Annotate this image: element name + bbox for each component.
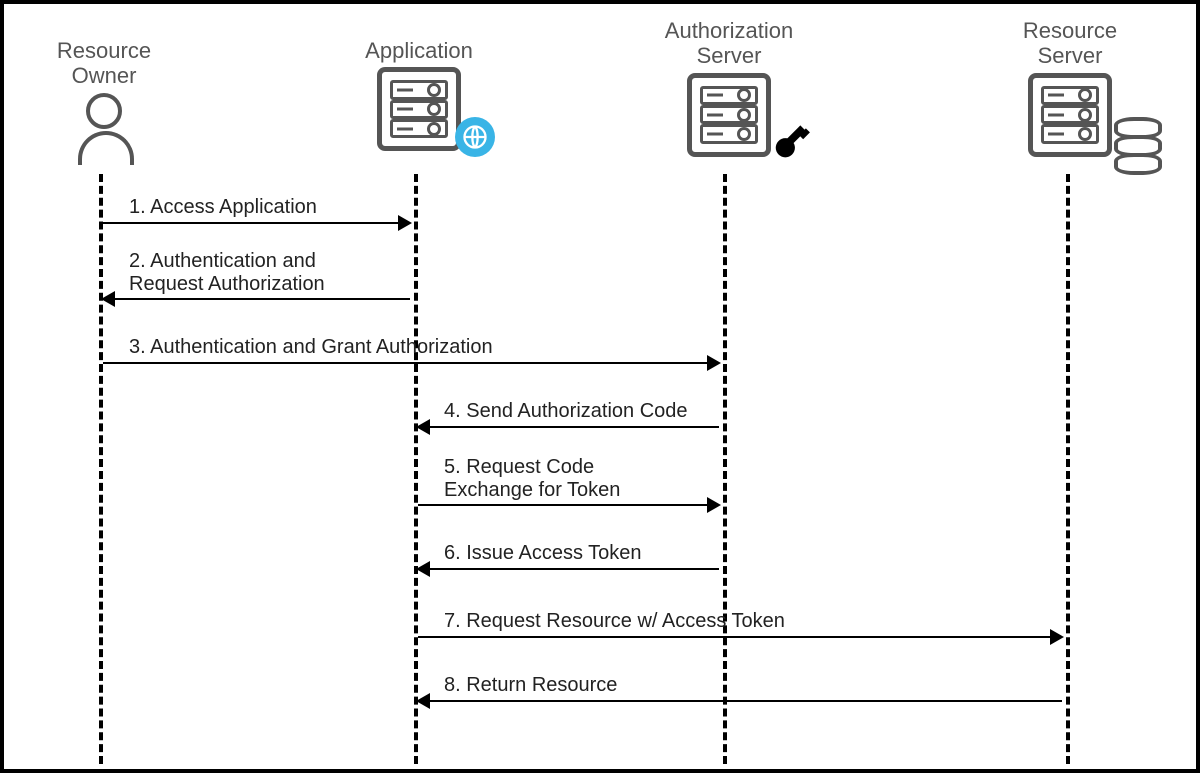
lifeline-application — [414, 174, 418, 764]
actor-resource-server: ResourceServer — [1000, 18, 1140, 157]
message-arrow — [103, 222, 410, 224]
arrow-head-icon — [398, 215, 412, 231]
message-label: 4. Send Authorization Code — [444, 400, 688, 423]
server-icon — [377, 67, 461, 151]
arrow-head-icon — [707, 497, 721, 513]
message-label: 3. Authentication and Grant Authorizatio… — [129, 336, 493, 359]
actor-title: AuthorizationServer — [654, 18, 804, 69]
actor-resource-owner: ResourceOwner — [44, 38, 164, 165]
arrow-head-icon — [416, 419, 430, 435]
arrow-head-icon — [101, 291, 115, 307]
arrow-head-icon — [416, 561, 430, 577]
actor-authorization-server: AuthorizationServer — [654, 18, 804, 157]
message-arrow — [418, 426, 719, 428]
arrow-head-icon — [1050, 629, 1064, 645]
actor-application: Application — [349, 38, 489, 151]
key-icon — [770, 119, 816, 165]
message-arrow — [103, 362, 719, 364]
message-arrow — [103, 298, 410, 300]
person-icon — [78, 93, 130, 165]
message-arrow — [418, 700, 1062, 702]
message-label: 1. Access Application — [129, 196, 317, 219]
actor-title: ResourceServer — [1000, 18, 1140, 69]
server-icon — [687, 73, 771, 157]
message-arrow — [418, 568, 719, 570]
server-icon — [1028, 73, 1112, 157]
actor-title: ResourceOwner — [44, 38, 164, 89]
actor-title: Application — [349, 38, 489, 63]
message-label: 6. Issue Access Token — [444, 542, 642, 565]
message-label: 5. Request CodeExchange for Token — [444, 456, 620, 502]
message-arrow — [418, 636, 1062, 638]
message-label: 8. Return Resource — [444, 674, 617, 697]
lifeline-auth-server — [723, 174, 727, 764]
message-label: 2. Authentication andRequest Authorizati… — [129, 250, 325, 296]
lifeline-resource-server — [1066, 174, 1070, 764]
globe-icon — [455, 117, 495, 157]
database-icon — [1114, 117, 1158, 161]
message-label: 7. Request Resource w/ Access Token — [444, 610, 785, 633]
sequence-diagram: ResourceOwner Application AuthorizationS… — [0, 0, 1200, 773]
arrow-head-icon — [707, 355, 721, 371]
message-arrow — [418, 504, 719, 506]
arrow-head-icon — [416, 693, 430, 709]
lifeline-owner — [99, 174, 103, 764]
